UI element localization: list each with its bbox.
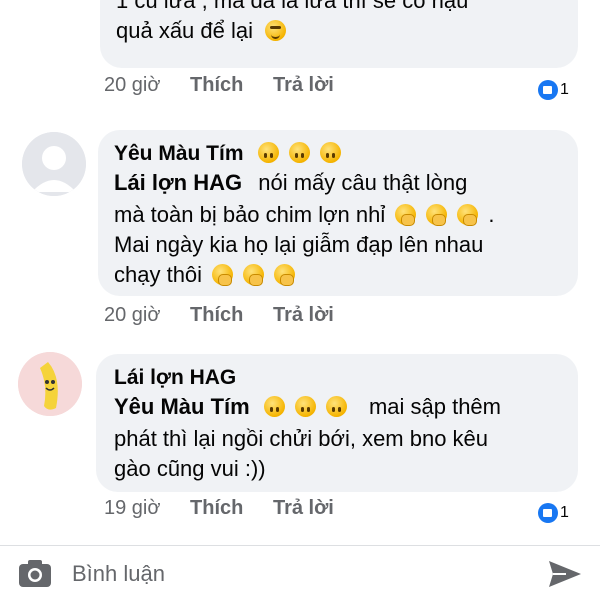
camera-icon[interactable] <box>18 558 52 593</box>
comment-text: nói mấy câu thật lòng <box>258 170 468 195</box>
mention-link[interactable]: Lái lợn HAG <box>114 170 242 195</box>
like-icon <box>538 503 558 523</box>
reaction-count[interactable]: 1 <box>538 80 569 100</box>
send-icon[interactable] <box>548 560 582 593</box>
like-link[interactable]: Thích <box>190 304 243 326</box>
comment-author-name[interactable]: Lái lợn HAG <box>114 366 236 389</box>
avatar[interactable] <box>18 352 82 416</box>
like-count: 1 <box>560 504 569 521</box>
smirk-emoji-icon <box>265 20 287 41</box>
upside-down-face-icon <box>319 142 341 163</box>
hand-over-mouth-emoji-icon <box>457 204 479 226</box>
comment-bubble-top: 1 cú lừa , mà đã là lừa thì sẽ có hậu qu… <box>100 0 578 68</box>
avatar[interactable] <box>22 132 86 196</box>
comment-text: chạy thôi <box>114 262 203 287</box>
like-count: 1 <box>560 81 569 98</box>
comment-text-line: 1 cú lừa , mà đã là lừa thì sẽ có hậu <box>116 0 469 13</box>
timestamp: 20 giờ <box>104 74 161 96</box>
hand-over-mouth-emoji-icon <box>395 204 417 226</box>
reaction-count[interactable]: 1 <box>538 503 569 523</box>
comment-meta: 20 giờ Thích Trả lời <box>104 74 334 97</box>
like-icon <box>538 80 558 100</box>
hand-over-mouth-emoji-icon <box>212 264 234 286</box>
comment-composer <box>0 545 600 601</box>
like-link[interactable]: Thích <box>190 497 243 519</box>
comment-author[interactable]: Yêu Màu Tím <box>114 142 244 165</box>
comment-input[interactable] <box>70 556 494 592</box>
comment-text-line: phát thì lại ngồi chửi bới, xem bno kêu <box>114 426 489 451</box>
upside-down-face-icon <box>325 396 347 417</box>
comment-text-line: Yêu Màu Tím mai sập thêm <box>114 392 501 422</box>
comment-meta: 19 giờ Thích Trả lời <box>104 497 334 520</box>
comment-bubble: Yêu Màu Tím Lái lợn HAG nói mấy câu thật… <box>98 130 578 296</box>
hand-over-mouth-emoji-icon <box>274 264 296 286</box>
like-link[interactable]: Thích <box>190 74 243 96</box>
reply-link[interactable]: Trả lời <box>273 304 334 326</box>
comment-header: Yêu Màu Tím <box>114 138 351 169</box>
comment-text: mà toàn bị bảo chim lợn nhỉ <box>114 202 386 227</box>
default-avatar-icon <box>22 132 86 196</box>
timestamp: 19 giờ <box>104 497 161 519</box>
comment-text: quả xấu để lại <box>116 18 253 43</box>
upside-down-face-icon <box>288 142 310 163</box>
comment-bubble: Lái lợn HAG Yêu Màu Tím mai sập thêm phá… <box>96 354 578 492</box>
comment-text-line: chạy thôi <box>114 260 305 290</box>
timestamp: 20 giờ <box>104 304 161 326</box>
mention-link[interactable]: Yêu Màu Tím <box>114 394 250 419</box>
comment-text-line: Mai ngày kia họ lại giẫm đạp lên nhau <box>114 232 484 257</box>
upside-down-face-icon <box>294 396 316 417</box>
hand-over-mouth-emoji-icon <box>243 264 265 286</box>
banana-avatar-icon <box>18 352 82 416</box>
reply-link[interactable]: Trả lời <box>273 497 334 519</box>
comment-author[interactable]: Lái lợn HAG <box>114 362 236 393</box>
upside-down-face-icon <box>263 396 285 417</box>
comment-text-line: mà toàn bị bảo chim lợn nhỉ . <box>114 200 495 230</box>
comment-text-line: gào cũng vui :)) <box>114 456 266 481</box>
comment-text: mai sập thêm <box>368 394 501 419</box>
comment-text-line: quả xấu để lại <box>116 16 296 46</box>
reply-link[interactable]: Trả lời <box>273 74 334 96</box>
comment-text: . <box>488 202 495 227</box>
comment-meta: 20 giờ Thích Trả lời <box>104 304 334 327</box>
hand-over-mouth-emoji-icon <box>426 204 448 226</box>
comment-text-line: Lái lợn HAG nói mấy câu thật lòng <box>114 168 467 198</box>
upside-down-face-icon <box>257 142 279 163</box>
